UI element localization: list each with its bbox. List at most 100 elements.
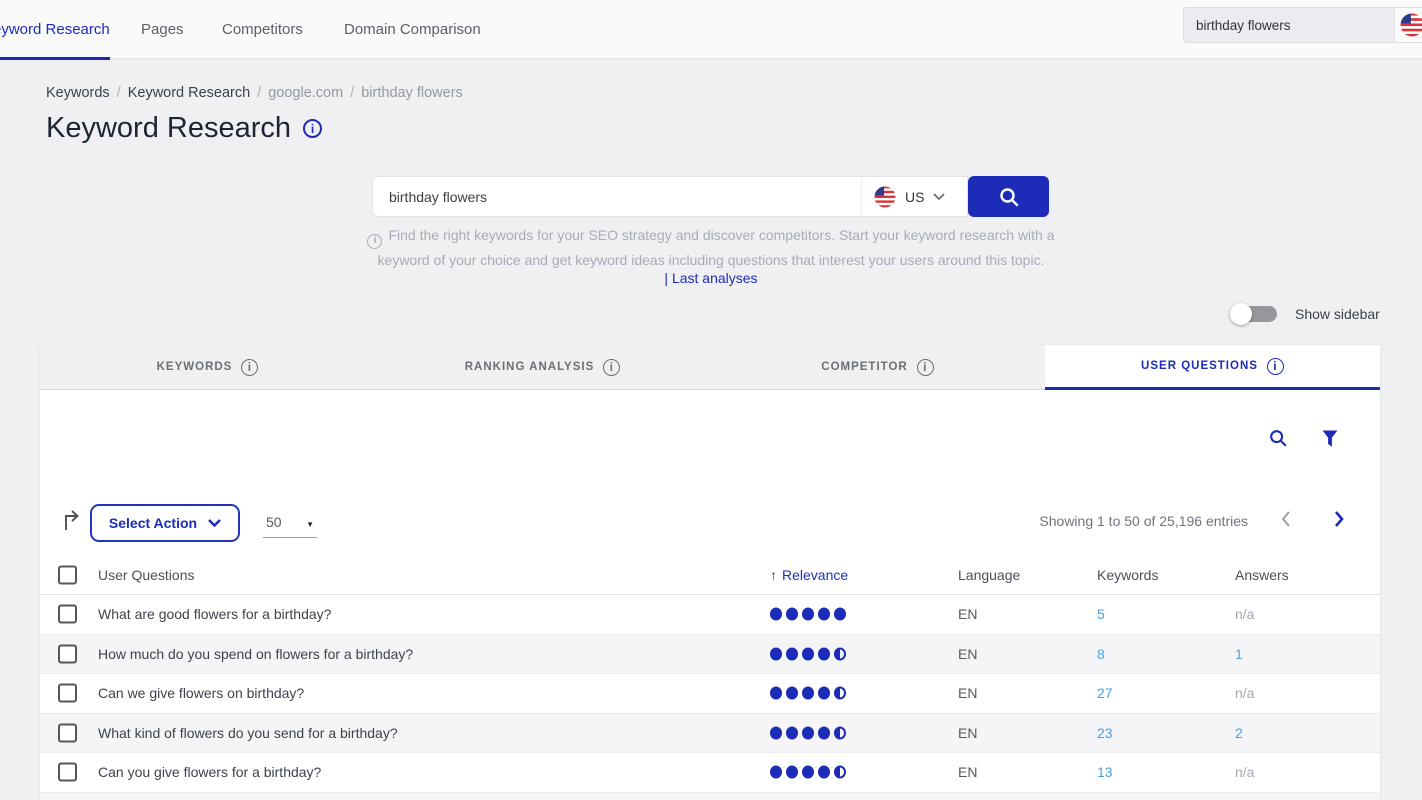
page-title-text: Keyword Research (46, 112, 291, 145)
row-checkbox[interactable] (58, 763, 77, 782)
column-header-answers[interactable]: Answers (1235, 567, 1289, 583)
tab-label: COMPETITOR (821, 361, 907, 373)
table-body: What are good flowers for a birthday? EN… (40, 595, 1380, 800)
tab-label: KEYWORDS (157, 361, 233, 373)
breadcrumb-separator: / (117, 85, 121, 101)
search-description: Find the right keywords for your SEO str… (358, 224, 1064, 271)
relevance-dots (770, 726, 846, 739)
topbar-country-selector[interactable] (1394, 7, 1422, 43)
relevance-dot (834, 766, 846, 779)
relevance-dot (834, 687, 846, 700)
us-flag-icon (1400, 13, 1422, 37)
relevance-dot (802, 766, 814, 779)
table-row: What are good flowers for a birthday? EN… (40, 595, 1380, 635)
table-search-icon[interactable] (1268, 428, 1288, 453)
description-line-2: keyword of your choice and get keyword i… (358, 249, 1064, 271)
chevron-down-icon (933, 193, 945, 200)
page-title: Keyword Research (46, 112, 322, 145)
caret-down-icon (306, 514, 314, 530)
answers-value[interactable]: 2 (1235, 725, 1243, 741)
keywords-count-link[interactable]: 23 (1097, 725, 1113, 741)
user-question-text: What kind of flowers do you send for a b… (98, 725, 398, 741)
table-header: User Questions Relevance Language Keywor… (40, 556, 1380, 595)
country-select[interactable]: US (861, 176, 968, 217)
column-header-label: Relevance (782, 567, 848, 583)
relevance-dot (786, 687, 798, 700)
relevance-dot (770, 608, 782, 621)
nav-item-pages[interactable]: Pages (141, 0, 184, 59)
table-filter-icon[interactable] (1322, 430, 1338, 453)
breadcrumb-current-keyword: birthday flowers (361, 85, 463, 101)
topbar-search-input[interactable] (1183, 7, 1394, 43)
top-navigation-bar: Keyword Research Pages Competitors Domai… (0, 0, 1422, 59)
language-value: EN (958, 725, 977, 741)
show-sidebar-toggle[interactable] (1233, 306, 1277, 322)
keywords-count-link[interactable]: 27 (1097, 685, 1113, 701)
relevance-dot (770, 766, 782, 779)
nav-item-competitors[interactable]: Competitors (222, 0, 303, 59)
answers-value: n/a (1235, 764, 1254, 780)
keywords-count-link[interactable]: 13 (1097, 764, 1113, 780)
nav-item-domain-comparison[interactable]: Domain Comparison (344, 0, 481, 59)
column-header-user-questions[interactable]: User Questions (98, 567, 194, 583)
table-row: Can we give flowers on birthday? EN 27 n… (40, 674, 1380, 714)
tab-info-icon[interactable] (917, 359, 934, 376)
export-icon[interactable] (62, 508, 82, 536)
column-header-keywords[interactable]: Keywords (1097, 567, 1158, 583)
relevance-dots (770, 766, 846, 779)
keyword-search-input[interactable] (372, 176, 861, 217)
us-flag-icon (874, 186, 896, 208)
relevance-dot (818, 647, 830, 660)
tab-ranking-analysis[interactable]: RANKING ANALYSIS (375, 345, 710, 390)
keyword-search-bar: US (372, 176, 1049, 217)
user-question-text: Can we give flowers on birthday? (98, 685, 304, 701)
tab-user-questions[interactable]: USER QUESTIONS (1045, 345, 1380, 390)
page-size-select[interactable]: 50 (263, 507, 317, 538)
tab-label: USER QUESTIONS (1141, 360, 1258, 372)
answers-value[interactable]: 1 (1235, 646, 1243, 662)
breadcrumb-domain[interactable]: google.com (268, 85, 343, 101)
relevance-dot (802, 647, 814, 660)
keywords-count-link[interactable]: 5 (1097, 606, 1105, 622)
language-value: EN (958, 685, 977, 701)
select-action-label: Select Action (109, 515, 197, 531)
select-all-checkbox[interactable] (58, 566, 77, 585)
column-header-relevance[interactable]: Relevance (770, 567, 848, 583)
pagination-prev-button[interactable] (1281, 511, 1291, 532)
table-row: What kind of flowers do you send for a b… (40, 714, 1380, 754)
relevance-dot (834, 647, 846, 660)
select-action-button[interactable]: Select Action (90, 504, 240, 542)
tab-info-icon[interactable] (241, 359, 258, 376)
nav-item-label: Keyword Research (0, 21, 110, 38)
table-row-partial (40, 793, 1380, 800)
tab-keywords[interactable]: KEYWORDS (40, 345, 375, 390)
page-size-value: 50 (266, 514, 282, 530)
keywords-count-link[interactable]: 8 (1097, 646, 1105, 662)
breadcrumb-keyword-research[interactable]: Keyword Research (128, 85, 251, 101)
relevance-dot (770, 726, 782, 739)
language-value: EN (958, 764, 977, 780)
column-header-language[interactable]: Language (958, 567, 1020, 583)
breadcrumb-keywords[interactable]: Keywords (46, 85, 110, 101)
relevance-dot (770, 647, 782, 660)
pagination-next-button[interactable] (1334, 511, 1344, 532)
user-question-text: How much do you spend on flowers for a b… (98, 646, 413, 662)
breadcrumb-separator: / (350, 85, 354, 101)
nav-item-keyword-research[interactable]: Keyword Research (0, 0, 110, 59)
tab-info-icon[interactable] (1267, 358, 1284, 375)
info-icon (367, 234, 382, 249)
tab-info-icon[interactable] (603, 359, 620, 376)
relevance-dot (834, 608, 846, 621)
nav-item-label: Competitors (222, 21, 303, 38)
search-button[interactable] (968, 176, 1049, 217)
row-checkbox[interactable] (58, 605, 77, 624)
row-checkbox[interactable] (58, 684, 77, 703)
relevance-dot (786, 726, 798, 739)
relevance-dot (802, 726, 814, 739)
title-info-icon[interactable] (303, 119, 322, 138)
row-checkbox[interactable] (58, 644, 77, 663)
row-checkbox[interactable] (58, 723, 77, 742)
last-analyses-link[interactable]: | Last analyses (0, 270, 1422, 286)
tab-competitor[interactable]: COMPETITOR (710, 345, 1045, 390)
relevance-dots (770, 608, 846, 621)
